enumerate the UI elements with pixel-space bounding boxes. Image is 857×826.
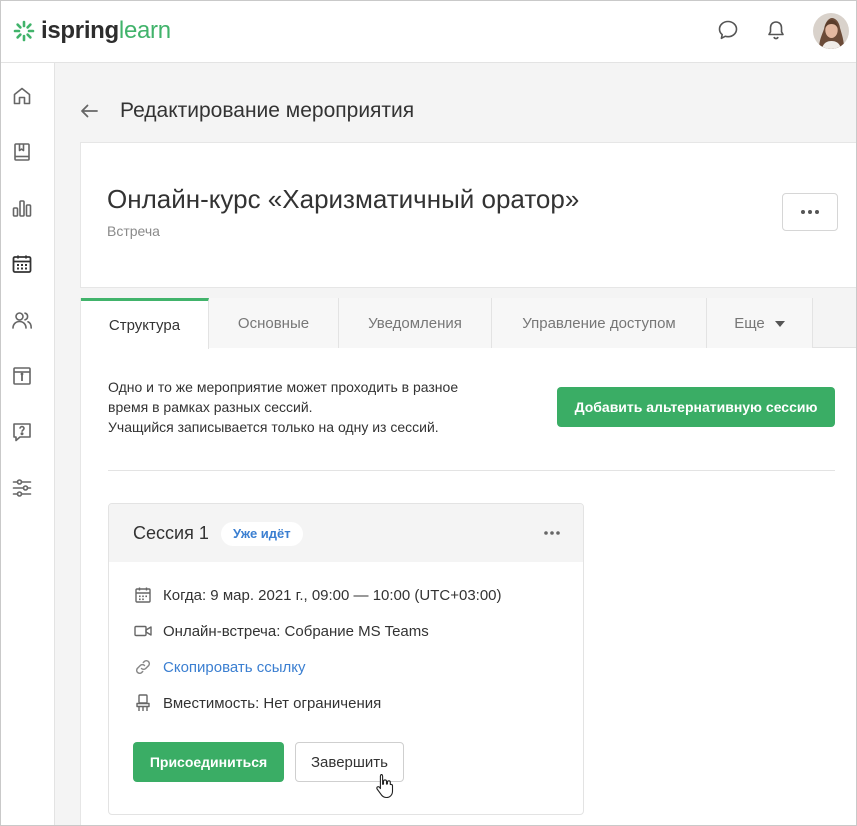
sidebar-item-help[interactable]: [9, 419, 35, 445]
sidebar-item-users[interactable]: [9, 307, 35, 333]
tab-access[interactable]: Управление доступом: [492, 298, 707, 348]
tab-label: Еще: [734, 314, 765, 332]
tab-structure[interactable]: Структура: [81, 298, 209, 349]
sliders-icon: [12, 479, 32, 497]
session-title: Сессия 1: [133, 523, 209, 543]
sidebar-item-courses[interactable]: [9, 139, 35, 165]
page-title: Редактирование мероприятия: [120, 99, 415, 122]
calendar-icon: [12, 255, 32, 273]
event-more-button[interactable]: [782, 193, 838, 231]
session-capacity: Вместимость: Нет ограничения: [133, 693, 381, 713]
add-alternative-session-button[interactable]: Добавить альтернативную сессию: [557, 387, 835, 427]
home-icon: [13, 87, 31, 105]
structure-info: Одно и то же мероприятие может проходить…: [108, 377, 458, 437]
tab-label: Уведомления: [368, 314, 462, 332]
sidebar-item-settings[interactable]: [9, 475, 35, 501]
app-logo[interactable]: ispringlearn: [13, 16, 171, 46]
tab-notifications[interactable]: Уведомления: [339, 298, 492, 348]
copy-link[interactable]: Скопировать ссылку: [163, 659, 306, 676]
users-icon: [12, 312, 32, 329]
info-icon: [13, 367, 31, 385]
session-header: Сессия 1 Уже идёт: [109, 504, 583, 562]
tab-label: Управление доступом: [522, 314, 676, 332]
info-line: Учащийся записывается только на одну из …: [108, 419, 439, 435]
status-badge: Уже идёт: [221, 522, 303, 546]
session-when: Когда: 9 мар. 2021 г., 09:00 — 10:00 (UT…: [133, 585, 502, 605]
back-arrow-icon[interactable]: [77, 97, 101, 125]
divider: [108, 470, 835, 471]
session-copy-link[interactable]: Скопировать ссылку: [133, 657, 306, 677]
logo-text-ispring: ispring: [41, 17, 119, 44]
event-type: Встреча: [107, 223, 160, 239]
session-online: Онлайн-встреча: Собрание MS Teams: [133, 621, 429, 641]
session-card: Сессия 1 Уже идёт Когда: 9 мар. 2021 г.,…: [108, 503, 584, 815]
seat-icon: [133, 693, 153, 713]
info-line: Одно и то же мероприятие может проходить…: [108, 379, 459, 395]
help-icon: [13, 423, 31, 442]
book-icon: [14, 143, 30, 161]
info-line: время в рамках разных сессий.: [108, 399, 313, 415]
video-camera-icon: [133, 621, 153, 641]
tab-label: Основные: [237, 314, 310, 332]
bell-icon[interactable]: [764, 18, 788, 42]
user-avatar[interactable]: [813, 13, 849, 49]
event-card: Онлайн-курс «Харизматичный оратор» Встре…: [80, 142, 856, 288]
tab-general[interactable]: Основные: [209, 298, 339, 348]
more-dots-icon: [544, 531, 560, 535]
session-more-button[interactable]: [537, 522, 567, 544]
logo-icon: [13, 20, 35, 42]
tab-more[interactable]: Еще: [707, 298, 813, 348]
tab-label: Структура: [108, 316, 181, 334]
bar-chart-icon: [12, 200, 32, 217]
sidebar: [1, 63, 55, 825]
top-bar: ispringlearn: [1, 1, 856, 63]
session-capacity-text: Вместимость: Нет ограничения: [163, 694, 382, 712]
chat-icon[interactable]: [716, 18, 740, 42]
content-panel: Структура Основные Уведомления Управлени…: [80, 298, 856, 825]
calendar-icon: [133, 585, 153, 605]
event-title: Онлайн-курс «Харизматичный оратор»: [107, 184, 580, 214]
sidebar-item-reports[interactable]: [9, 195, 35, 221]
sidebar-item-info[interactable]: [9, 363, 35, 389]
sidebar-item-calendar[interactable]: [9, 251, 35, 277]
session-when-text: Когда: 9 мар. 2021 г., 09:00 — 10:00 (UT…: [163, 586, 502, 604]
session-online-text: Онлайн-встреча: Собрание MS Teams: [163, 622, 429, 640]
tabs-bar: Структура Основные Уведомления Управлени…: [81, 298, 856, 349]
hand-cursor-icon: [376, 773, 394, 799]
link-icon: [133, 657, 153, 677]
sidebar-item-home[interactable]: [9, 83, 35, 109]
app-window: ispringlearn Редактирование мероприятия …: [0, 0, 857, 826]
logo-text-learn: learn: [118, 17, 171, 44]
logo-text: ispringlearn: [41, 16, 171, 46]
join-button[interactable]: Присоединиться: [133, 742, 284, 782]
more-dots-icon: [801, 210, 819, 214]
chevron-down-icon: [774, 321, 785, 327]
